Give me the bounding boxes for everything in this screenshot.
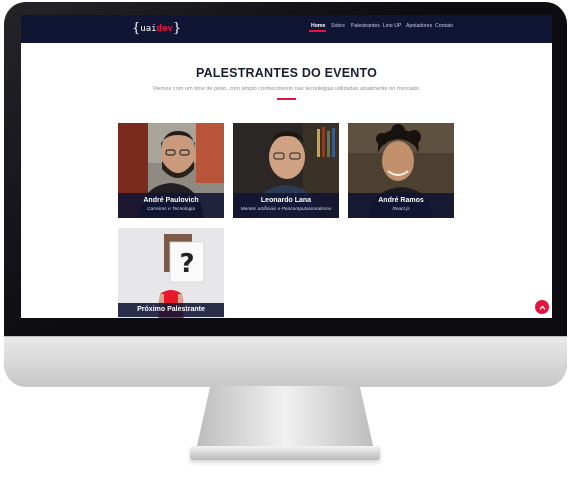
nav-link-home[interactable]: Home	[311, 23, 325, 29]
title-underline	[277, 98, 296, 100]
speaker-card-next[interactable]: ? Próximo Palestrante	[118, 228, 224, 318]
question-mark-icon: ?	[179, 249, 194, 279]
logo-text-white: uai	[140, 24, 157, 34]
website-screen: { uai dev } Home Sobre Palestrantes Line…	[21, 15, 552, 318]
nav-link-contato[interactable]: Contato	[435, 23, 453, 29]
nav-active-underline	[309, 30, 326, 32]
nav-link-sobre[interactable]: Sobre	[331, 23, 345, 29]
chevron-up-icon	[539, 304, 545, 310]
logo-brace-close: }	[172, 21, 182, 36]
speaker-caption: André Paulovich Carreiras e Tecnologia	[118, 193, 224, 218]
monitor-stand-neck	[196, 386, 374, 450]
monitor-stand-base	[190, 446, 380, 460]
section-subtitle: Viemos com um time de peso, com amplo co…	[152, 86, 421, 92]
speaker-card[interactable]: Leonardo Lana Mentes artificiais e Panco…	[233, 123, 339, 218]
speaker-role: Carreiras e Tecnologia	[146, 207, 196, 212]
speaker-name: Leonardo Lana	[260, 197, 312, 204]
speaker-caption: André Ramos React.js	[348, 193, 454, 218]
speaker-card[interactable]: André Ramos React.js	[348, 123, 454, 218]
nav-link-apoiadores[interactable]: Apoiadores	[406, 23, 432, 29]
speaker-name: Próximo Palestrante	[137, 306, 205, 313]
speaker-role: Mentes artificiais e Pancomputacionalism…	[240, 207, 332, 212]
speaker-caption: Leonardo Lana Mentes artificiais e Panco…	[233, 193, 339, 218]
monitor-chin	[4, 336, 567, 387]
navbar: { uai dev } Home Sobre Palestrantes Line…	[21, 15, 552, 43]
nav-link-line-up[interactable]: Line UP	[383, 23, 401, 29]
back-to-top-button[interactable]	[535, 300, 549, 314]
speaker-card[interactable]: André Paulovich Carreiras e Tecnologia	[118, 123, 224, 218]
nav-link-palestrantes[interactable]: Palestrantes	[351, 23, 380, 29]
speaker-name: André Ramos	[378, 197, 424, 204]
section-title: PALESTRANTES DO EVENTO	[195, 66, 378, 80]
logo-text-red: dev	[156, 24, 173, 34]
speaker-name: André Paulovich	[143, 197, 199, 204]
site-logo[interactable]: { uai dev }	[132, 21, 181, 37]
logo-brace-open: {	[132, 21, 141, 36]
speaker-role: React.js	[392, 207, 410, 212]
speaker-caption: Próximo Palestrante	[118, 303, 224, 317]
